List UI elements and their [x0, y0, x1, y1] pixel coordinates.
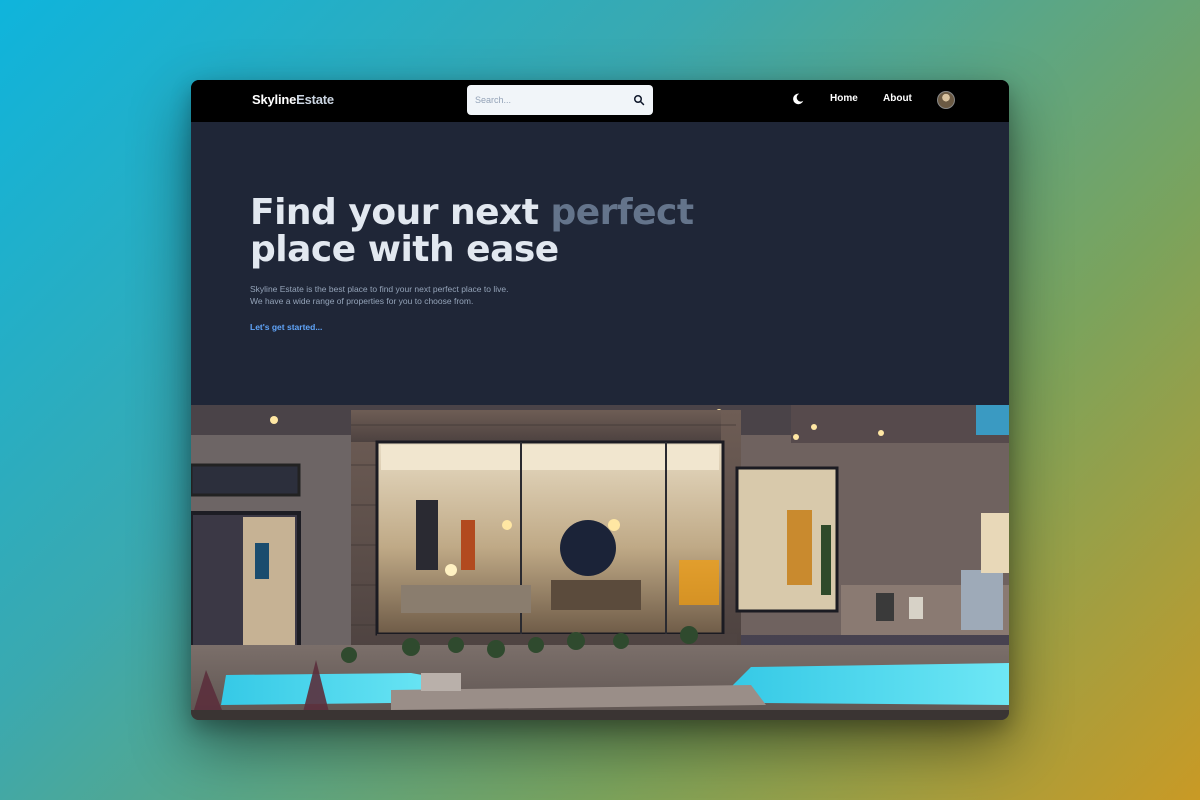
- search-input[interactable]: [467, 85, 627, 115]
- hero-description-line1: Skyline Estate is the best place to find…: [250, 284, 509, 294]
- hero-title-line1-a: Find your next: [250, 192, 551, 233]
- moon-icon[interactable]: [791, 92, 805, 106]
- search-icon[interactable]: [633, 94, 645, 106]
- search-box: [467, 85, 653, 115]
- browser-window: SkylineEstate Home About Find your next …: [191, 80, 1009, 720]
- logo[interactable]: SkylineEstate: [252, 92, 334, 107]
- navbar: SkylineEstate Home About: [191, 80, 1009, 122]
- hero-title-highlight: perfect: [550, 192, 695, 233]
- logo-part-1: Skyline: [252, 92, 297, 107]
- hero-title-line2: place with ease: [250, 229, 559, 270]
- logo-part-2: Estate: [296, 92, 334, 107]
- nav-link-about[interactable]: About: [883, 93, 912, 104]
- hero-description-line2: We have a wide range of properties for y…: [250, 296, 474, 306]
- get-started-link[interactable]: Let's get started...: [250, 322, 322, 332]
- hero-image-house: [191, 405, 1009, 720]
- nav-link-home[interactable]: Home: [830, 93, 858, 104]
- hero-description: Skyline Estate is the best place to find…: [250, 283, 508, 307]
- avatar[interactable]: [937, 91, 955, 109]
- hero-title: Find your next perfect place with ease: [250, 194, 694, 268]
